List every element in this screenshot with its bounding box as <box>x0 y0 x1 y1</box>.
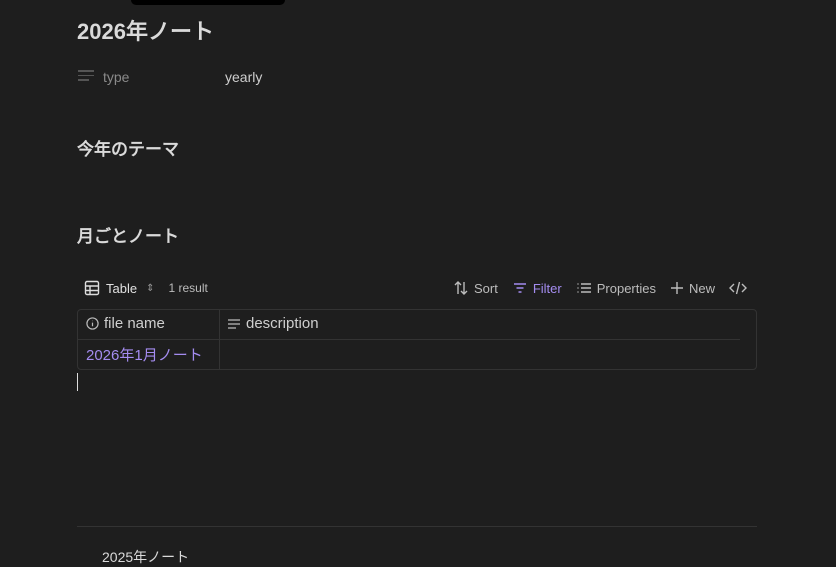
view-selector[interactable]: Table ⇕ <box>84 280 154 296</box>
properties-button[interactable]: Properties <box>576 280 656 296</box>
view-label: Table <box>106 280 138 296</box>
chevron-updown-icon: ⇕ <box>146 282 155 294</box>
sort-icon <box>454 281 468 295</box>
page-title: 2026年ノート <box>77 19 214 44</box>
filter-button[interactable]: Filter <box>512 280 562 296</box>
properties-label: Properties <box>596 280 656 296</box>
column-label: description <box>246 315 319 332</box>
window-notch <box>131 0 285 5</box>
heading-theme: 今年のテーマ <box>77 140 179 159</box>
filter-icon <box>513 283 526 293</box>
table-row-file-link[interactable]: 2026年1月ノート <box>86 344 203 365</box>
property-value[interactable]: yearly <box>225 69 262 85</box>
heading-monthly: 月ごとノート <box>77 227 179 246</box>
table-icon <box>84 280 100 296</box>
code-button[interactable] <box>729 280 747 296</box>
filter-label: Filter <box>532 280 562 296</box>
new-button[interactable]: New <box>670 281 715 296</box>
sort-button[interactable]: Sort <box>453 280 498 296</box>
column-header-description[interactable]: description <box>228 315 319 332</box>
text-cursor <box>77 373 78 391</box>
property-key[interactable]: type <box>103 69 129 85</box>
info-icon <box>86 317 99 330</box>
result-count: 1 result <box>168 281 208 295</box>
code-icon <box>729 281 747 295</box>
column-label: file name <box>104 315 165 332</box>
plus-icon <box>670 282 683 294</box>
sort-label: Sort <box>474 280 498 296</box>
base-toolbar: Table ⇕ 1 result Sort Filter Properties … <box>77 276 757 300</box>
row-divider <box>78 339 740 340</box>
new-label: New <box>688 280 715 296</box>
results-table: file name description 2026年1月ノート <box>77 309 757 370</box>
text-lines-icon <box>228 318 240 329</box>
list-icon <box>577 283 591 293</box>
column-header-file-name[interactable]: file name <box>86 315 165 332</box>
text-lines-icon <box>78 70 94 82</box>
divider <box>77 526 757 527</box>
footer-link[interactable]: 2025年ノート <box>102 547 189 567</box>
